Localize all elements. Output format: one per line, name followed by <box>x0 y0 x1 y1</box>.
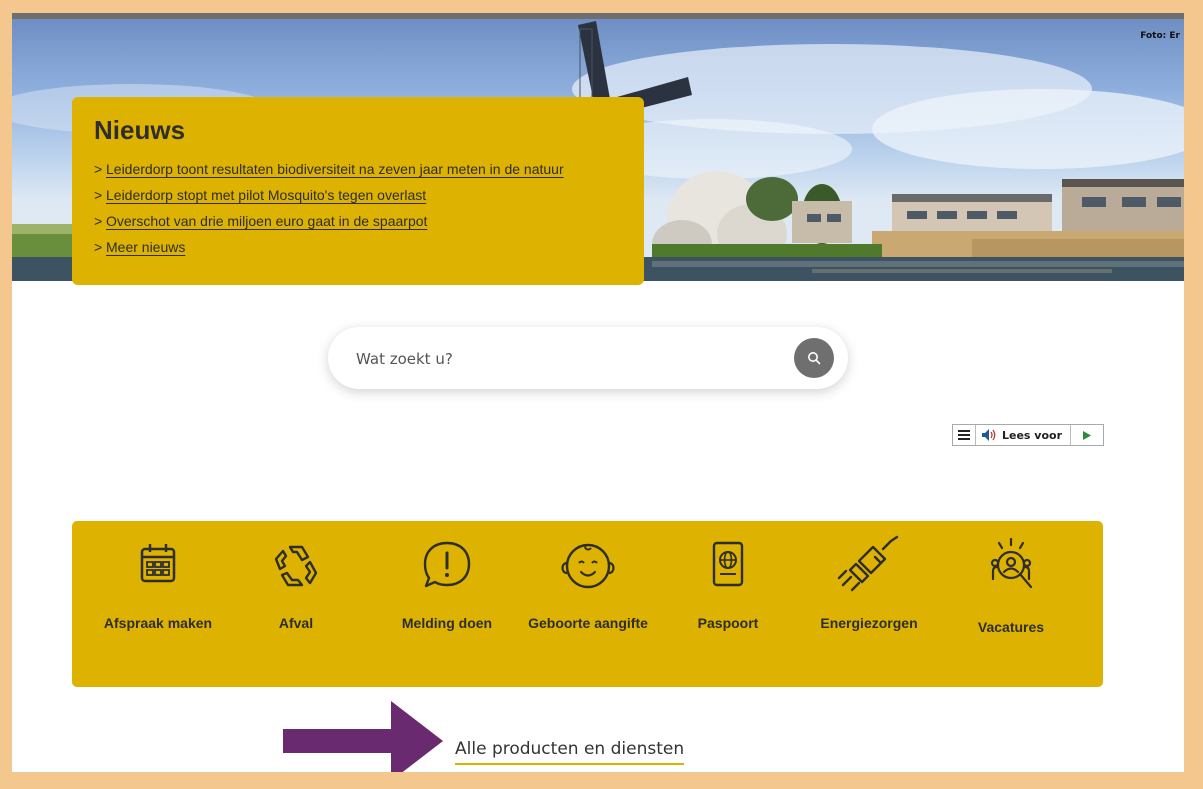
service-vacatures[interactable]: Vacatures <box>951 535 1071 636</box>
service-label: Paspoort <box>697 615 759 631</box>
service-paspoort[interactable]: Paspoort <box>668 535 788 632</box>
chevron-right-icon: > <box>94 239 103 255</box>
news-item: > Leiderdorp toont resultaten biodiversit… <box>94 158 624 184</box>
readspeaker-play-button[interactable] <box>1071 425 1103 445</box>
service-label: Geboorte aangifte <box>528 615 648 631</box>
service-label: Afval <box>278 615 314 631</box>
search-input[interactable] <box>354 344 778 374</box>
more-news-link[interactable]: Meer nieuws <box>106 239 185 255</box>
news-link[interactable]: Overschot van drie miljoen euro gaat in … <box>106 213 427 229</box>
service-geboorte-aangifte[interactable]: Geboorte aangifte <box>528 535 648 632</box>
service-label: Melding doen <box>401 615 493 631</box>
news-item: > Overschot van drie miljoen euro gaat in… <box>94 210 624 236</box>
speaker-icon <box>982 429 996 441</box>
passport-icon <box>712 541 744 587</box>
all-products-link[interactable]: Alle producten en diensten <box>455 739 685 765</box>
news-list: > Leiderdorp toont resultaten biodiversit… <box>94 158 624 262</box>
search-icon <box>808 352 821 365</box>
menu-icon <box>958 430 970 440</box>
photo-credit: Foto: Er <box>1140 31 1180 41</box>
chevron-right-icon: > <box>94 161 103 177</box>
lees-voor-button[interactable]: Lees voor <box>976 425 1072 445</box>
recycle-icon <box>274 545 318 587</box>
page-content: Foto: Er Nieuws > Leiderdorp toont result… <box>12 13 1184 772</box>
service-afspraak-maken[interactable]: Afspraak maken <box>98 535 218 632</box>
service-melding-doen[interactable]: Melding doen <box>387 535 507 632</box>
lees-voor-label: Lees voor <box>1002 428 1063 442</box>
page-frame: Foto: Er Nieuws > Leiderdorp toont result… <box>8 9 1188 776</box>
baby-face-icon <box>561 543 615 589</box>
calendar-icon <box>140 544 176 583</box>
exclamation-bubble-icon <box>423 541 471 588</box>
job-search-icon <box>990 537 1033 589</box>
readspeaker-menu-button[interactable] <box>953 425 976 445</box>
news-item: > Meer nieuws <box>94 236 624 262</box>
news-link[interactable]: Leiderdorp stopt met pilot Mosquito's te… <box>106 187 426 203</box>
service-label: Vacatures <box>977 619 1045 635</box>
news-item: > Leiderdorp stopt met pilot Mosquito's t… <box>94 184 624 210</box>
news-link[interactable]: Leiderdorp toont resultaten biodiversite… <box>106 161 564 177</box>
services-bar: Afspraak maken Afval Melding doen Geboor… <box>72 521 1103 687</box>
service-label: Energiezorgen <box>820 615 918 631</box>
service-label: Afspraak maken <box>103 615 213 631</box>
chevron-right-icon: > <box>94 187 103 203</box>
readspeaker-bar: Lees voor <box>952 424 1105 446</box>
search-button[interactable] <box>794 338 834 378</box>
annotation-arrow-icon <box>283 701 443 772</box>
chevron-right-icon: > <box>94 213 103 229</box>
service-afval[interactable]: Afval <box>236 535 356 632</box>
news-card: Nieuws > Leiderdorp toont resultaten biod… <box>72 97 644 285</box>
search-box <box>328 327 848 389</box>
service-energiezorgen[interactable]: Energiezorgen <box>809 535 929 632</box>
plug-icon <box>837 535 899 592</box>
news-title: Nieuws <box>94 115 186 145</box>
play-icon <box>1083 430 1092 440</box>
